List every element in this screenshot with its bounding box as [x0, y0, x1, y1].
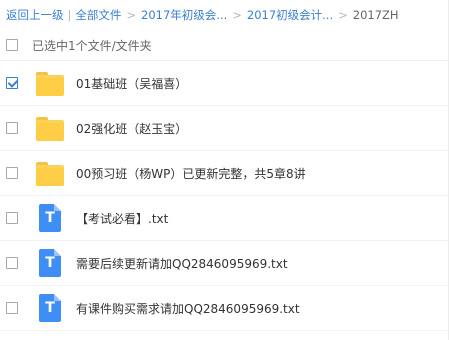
breadcrumb-separator: > [338, 8, 348, 22]
breadcrumb-divider: | [67, 8, 72, 22]
file-list: 01基础班（吴福喜） 02强化班（赵玉宝） 00预习班（杨WP）已更新完整，共5… [0, 61, 449, 331]
row-checkbox[interactable] [6, 212, 18, 224]
breadcrumb-separator: > [126, 8, 137, 22]
file-row[interactable]: 01基础班（吴福喜） [0, 61, 449, 106]
selection-header: 已选中1个文件/文件夹 [0, 30, 449, 61]
file-name[interactable]: 01基础班（吴福喜） [76, 75, 187, 92]
select-all-checkbox[interactable] [6, 39, 18, 51]
file-name[interactable]: 【考试必看】.txt [76, 210, 168, 227]
file-row[interactable]: T 有课件购买需求请加QQ2846095969.txt [0, 286, 449, 331]
breadcrumb-all-files[interactable]: 全部文件 [75, 7, 121, 23]
text-file-icon: T [36, 293, 64, 323]
file-name[interactable]: 有课件购买需求请加QQ2846095969.txt [76, 300, 300, 317]
text-file-icon: T [36, 248, 64, 278]
text-file-icon: T [36, 203, 64, 233]
file-name[interactable]: 需要后续更新请加QQ2846095969.txt [76, 255, 288, 272]
file-name[interactable]: 00预习班（杨WP）已更新完整，共5章8讲 [76, 165, 306, 182]
breadcrumb-level-2[interactable]: 2017初级会计... [247, 7, 333, 23]
file-name[interactable]: 02强化班（赵玉宝） [76, 120, 187, 137]
file-row[interactable]: T 需要后续更新请加QQ2846095969.txt [0, 241, 449, 286]
row-checkbox[interactable] [6, 302, 18, 314]
file-row[interactable]: 02强化班（赵玉宝） [0, 106, 449, 151]
file-row[interactable]: 00预习班（杨WP）已更新完整，共5章8讲 [0, 151, 449, 196]
row-checkbox[interactable] [6, 257, 18, 269]
folder-icon [36, 158, 64, 188]
breadcrumb-current: 2017ZH [352, 8, 399, 22]
selection-count-label: 已选中1个文件/文件夹 [32, 38, 152, 53]
row-checkbox[interactable] [6, 167, 18, 179]
breadcrumb-level-1[interactable]: 2017年初级会... [141, 7, 227, 23]
breadcrumb-separator: > [232, 8, 242, 22]
row-checkbox[interactable] [6, 77, 18, 89]
breadcrumb: 返回上一级 | 全部文件 > 2017年初级会... > 2017初级会计...… [6, 6, 399, 24]
file-row[interactable]: T 【考试必看】.txt [0, 196, 449, 241]
folder-icon [36, 113, 64, 143]
folder-icon [36, 68, 64, 98]
row-checkbox[interactable] [6, 122, 18, 134]
back-link[interactable]: 返回上一级 [6, 7, 64, 23]
